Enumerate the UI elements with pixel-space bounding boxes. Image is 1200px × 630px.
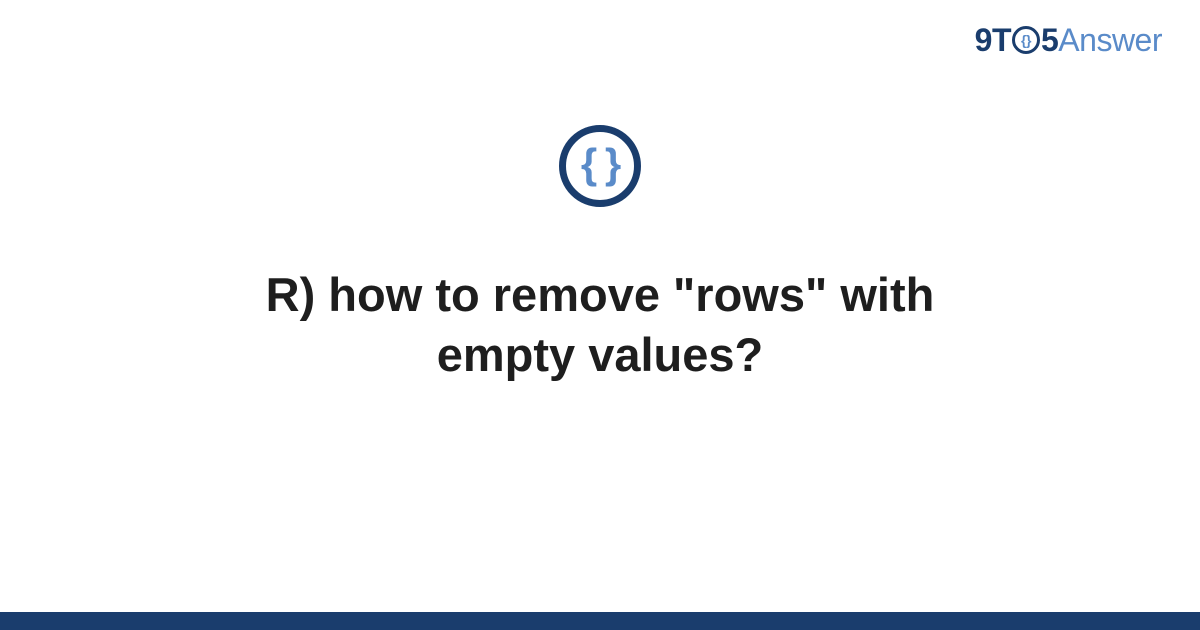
logo-circle-braces-icon: {}	[1012, 26, 1040, 54]
footer-accent-bar	[0, 612, 1200, 630]
logo-part-5: 5	[1041, 22, 1058, 59]
main-content: { } R) how to remove "rows" with empty v…	[0, 125, 1200, 385]
braces-glyph: { }	[581, 140, 619, 188]
logo-part-9t: 9T	[975, 22, 1011, 59]
question-title: R) how to remove "rows" with empty value…	[150, 265, 1050, 385]
code-braces-icon: { }	[559, 125, 641, 207]
logo-part-answer: Answer	[1058, 22, 1162, 59]
site-logo[interactable]: 9T {} 5 Answer	[975, 22, 1162, 59]
